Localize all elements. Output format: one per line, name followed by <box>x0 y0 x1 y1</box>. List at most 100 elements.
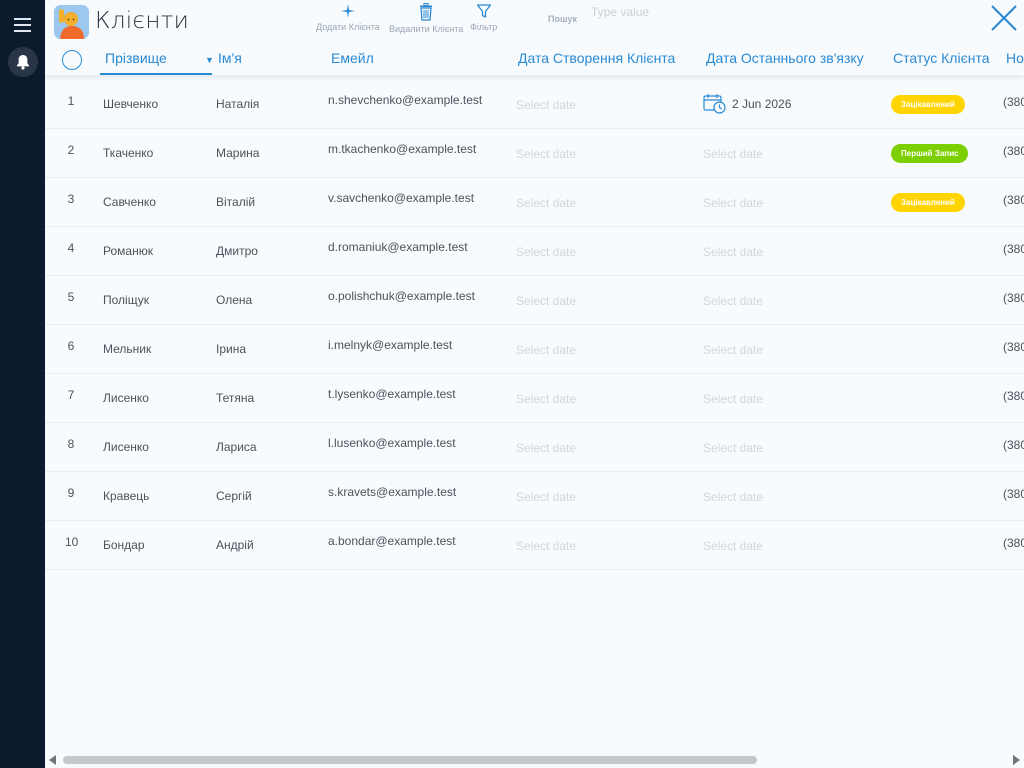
table-row[interactable]: 10 Бондар Андрій a.bondar@example.test Selec… <box>45 521 1024 570</box>
table-row[interactable]: 7 Лисенко Тетяна t.lysenko@example.test Sele… <box>45 374 1024 423</box>
cell-last-contact-date[interactable]: 2 Jun 2026 <box>703 93 791 115</box>
table-row[interactable]: 3 Савченко Віталій v.savchenko@example.test… <box>45 178 1024 227</box>
cell-phone: (380 <box>1003 242 1024 256</box>
created-date-picker[interactable]: Select date <box>516 441 576 455</box>
column-header-phone[interactable]: Номер <box>1006 50 1024 66</box>
cell-surname: Шевченко <box>103 97 159 111</box>
sort-indicator-underline <box>100 73 212 75</box>
created-date-picker[interactable]: Select date <box>516 343 576 357</box>
cell-email: a.bondar@example.test <box>328 534 456 548</box>
scroll-right-arrow-icon[interactable] <box>1013 755 1020 765</box>
column-header-created-date[interactable]: Дата Створення Клієнта <box>518 50 675 66</box>
created-date-picker[interactable]: Select date <box>516 98 576 112</box>
row-number: 2 <box>67 143 75 157</box>
sort-desc-icon[interactable]: ▼ <box>205 55 214 65</box>
column-header-last-contact-date[interactable]: Дата Останнього зв'язку <box>706 50 864 66</box>
last-contact-date-picker[interactable]: Select date <box>703 196 763 210</box>
cell-phone: (380 <box>1003 144 1024 158</box>
cell-phone: (380 <box>1003 95 1024 109</box>
created-date-picker[interactable]: Select date <box>516 196 576 210</box>
cell-surname: Савченко <box>103 195 156 209</box>
cell-phone: (380 <box>1003 389 1024 403</box>
table-row[interactable]: 6 Мельник Ірина i.melnyk@example.test Select… <box>45 325 1024 374</box>
table-row[interactable]: 1 Шевченко Наталія n.shevchenko@example.tes… <box>45 80 1024 129</box>
last-contact-date-picker[interactable]: Select date <box>703 343 763 357</box>
cell-email: l.lusenko@example.test <box>328 436 456 450</box>
close-button[interactable] <box>990 4 1018 32</box>
column-header-firstname[interactable]: Ім'я <box>218 50 242 66</box>
filter-label: Фільтр <box>470 22 498 32</box>
created-date-picker[interactable]: Select date <box>516 147 576 161</box>
last-contact-date-picker[interactable]: Select date <box>703 245 763 259</box>
row-number: 4 <box>67 241 75 255</box>
table-row[interactable]: 4 Романюк Дмитро d.romaniuk@example.test Sel… <box>45 227 1024 276</box>
created-date-picker[interactable]: Select date <box>516 490 576 504</box>
cell-firstname: Наталія <box>216 97 260 111</box>
last-contact-date-picker[interactable]: Select date <box>703 441 763 455</box>
column-header-email[interactable]: Емейл <box>331 50 374 66</box>
table-row[interactable]: 2 Ткаченко Марина m.tkachenko@example.test S… <box>45 129 1024 178</box>
cell-email: d.romaniuk@example.test <box>328 240 468 254</box>
cell-surname: Лисенко <box>103 440 149 454</box>
table-row[interactable]: 9 Кравець Сергій s.kravets@example.test Sele… <box>45 472 1024 521</box>
cell-firstname: Андрій <box>216 538 254 552</box>
created-date-picker[interactable]: Select date <box>516 245 576 259</box>
cell-phone: (380 <box>1003 193 1024 207</box>
column-header-status[interactable]: Статус Клієнта <box>893 50 990 66</box>
cell-phone: (380 <box>1003 536 1024 550</box>
status-badge[interactable]: Зацікавлений <box>891 193 965 212</box>
table-row[interactable]: 5 Поліщук Олена o.polishchuk@example.test Se… <box>45 276 1024 325</box>
row-number: 3 <box>67 192 75 206</box>
horizontal-scrollbar[interactable] <box>45 752 1024 768</box>
last-contact-date-picker[interactable]: Select date <box>703 294 763 308</box>
last-contact-date-picker[interactable]: Select date <box>703 539 763 553</box>
cell-firstname: Дмитро <box>216 244 258 258</box>
created-date-picker[interactable]: Select date <box>516 539 576 553</box>
main-panel: Клієнти Додати Клієнта Видалити Клієнта … <box>45 0 1024 768</box>
cell-surname: Ткаченко <box>103 146 154 160</box>
add-client-button[interactable]: Додати Клієнта <box>316 3 380 32</box>
cell-phone: (380 <box>1003 291 1024 305</box>
row-number: 1 <box>67 94 75 108</box>
scroll-left-arrow-icon[interactable] <box>49 755 56 765</box>
delete-client-label: Видалити Клієнта <box>389 24 464 34</box>
hamburger-menu-icon[interactable] <box>14 18 31 32</box>
cell-email: i.melnyk@example.test <box>328 338 453 352</box>
status-badge[interactable]: Зацікавлений <box>891 95 965 114</box>
notifications-button[interactable] <box>8 47 38 77</box>
status-badge[interactable]: Перший Запис <box>891 144 969 163</box>
last-contact-date-picker[interactable]: Select date <box>703 392 763 406</box>
filter-funnel-icon <box>476 4 491 18</box>
last-contact-date-picker[interactable]: Select date <box>703 147 763 161</box>
row-number: 8 <box>67 437 75 451</box>
created-date-picker[interactable]: Select date <box>516 392 576 406</box>
column-header-surname[interactable]: Прізвище <box>105 50 167 66</box>
last-contact-date-text: 2 Jun 2026 <box>732 97 792 111</box>
row-number: 10 <box>65 535 79 549</box>
table-header: Прізвище ▼ Ім'я Емейл Дата Створення Клі… <box>45 42 1024 75</box>
last-contact-date-picker[interactable]: Select date <box>703 490 763 504</box>
select-all-checkbox[interactable] <box>62 50 82 70</box>
created-date-picker[interactable]: Select date <box>516 294 576 308</box>
row-number: 7 <box>67 388 75 402</box>
cell-phone: (380 <box>1003 487 1024 501</box>
delete-client-button[interactable]: Видалити Клієнта <box>389 3 463 34</box>
cell-surname: Лисенко <box>103 391 149 405</box>
close-icon <box>991 5 1017 31</box>
cell-surname: Бондар <box>103 538 145 552</box>
cell-phone: (380 <box>1003 340 1024 354</box>
scrollbar-thumb[interactable] <box>63 756 757 764</box>
cell-email: n.shevchenko@example.test <box>328 93 483 107</box>
bell-icon <box>17 55 29 70</box>
cell-surname: Мельник <box>103 342 152 356</box>
cell-firstname: Ірина <box>216 342 247 356</box>
table-row[interactable]: 8 Лисенко Лариса l.lusenko@example.test Sele… <box>45 423 1024 472</box>
cell-email: t.lysenko@example.test <box>328 387 456 401</box>
search-label: Пошук <box>548 14 577 24</box>
cell-email: m.tkachenko@example.test <box>328 142 477 156</box>
trash-icon <box>420 3 433 21</box>
cell-firstname: Віталій <box>216 195 256 209</box>
search-input[interactable] <box>591 3 791 21</box>
filter-button[interactable]: Фільтр <box>470 3 497 32</box>
cell-firstname: Тетяна <box>216 391 255 405</box>
